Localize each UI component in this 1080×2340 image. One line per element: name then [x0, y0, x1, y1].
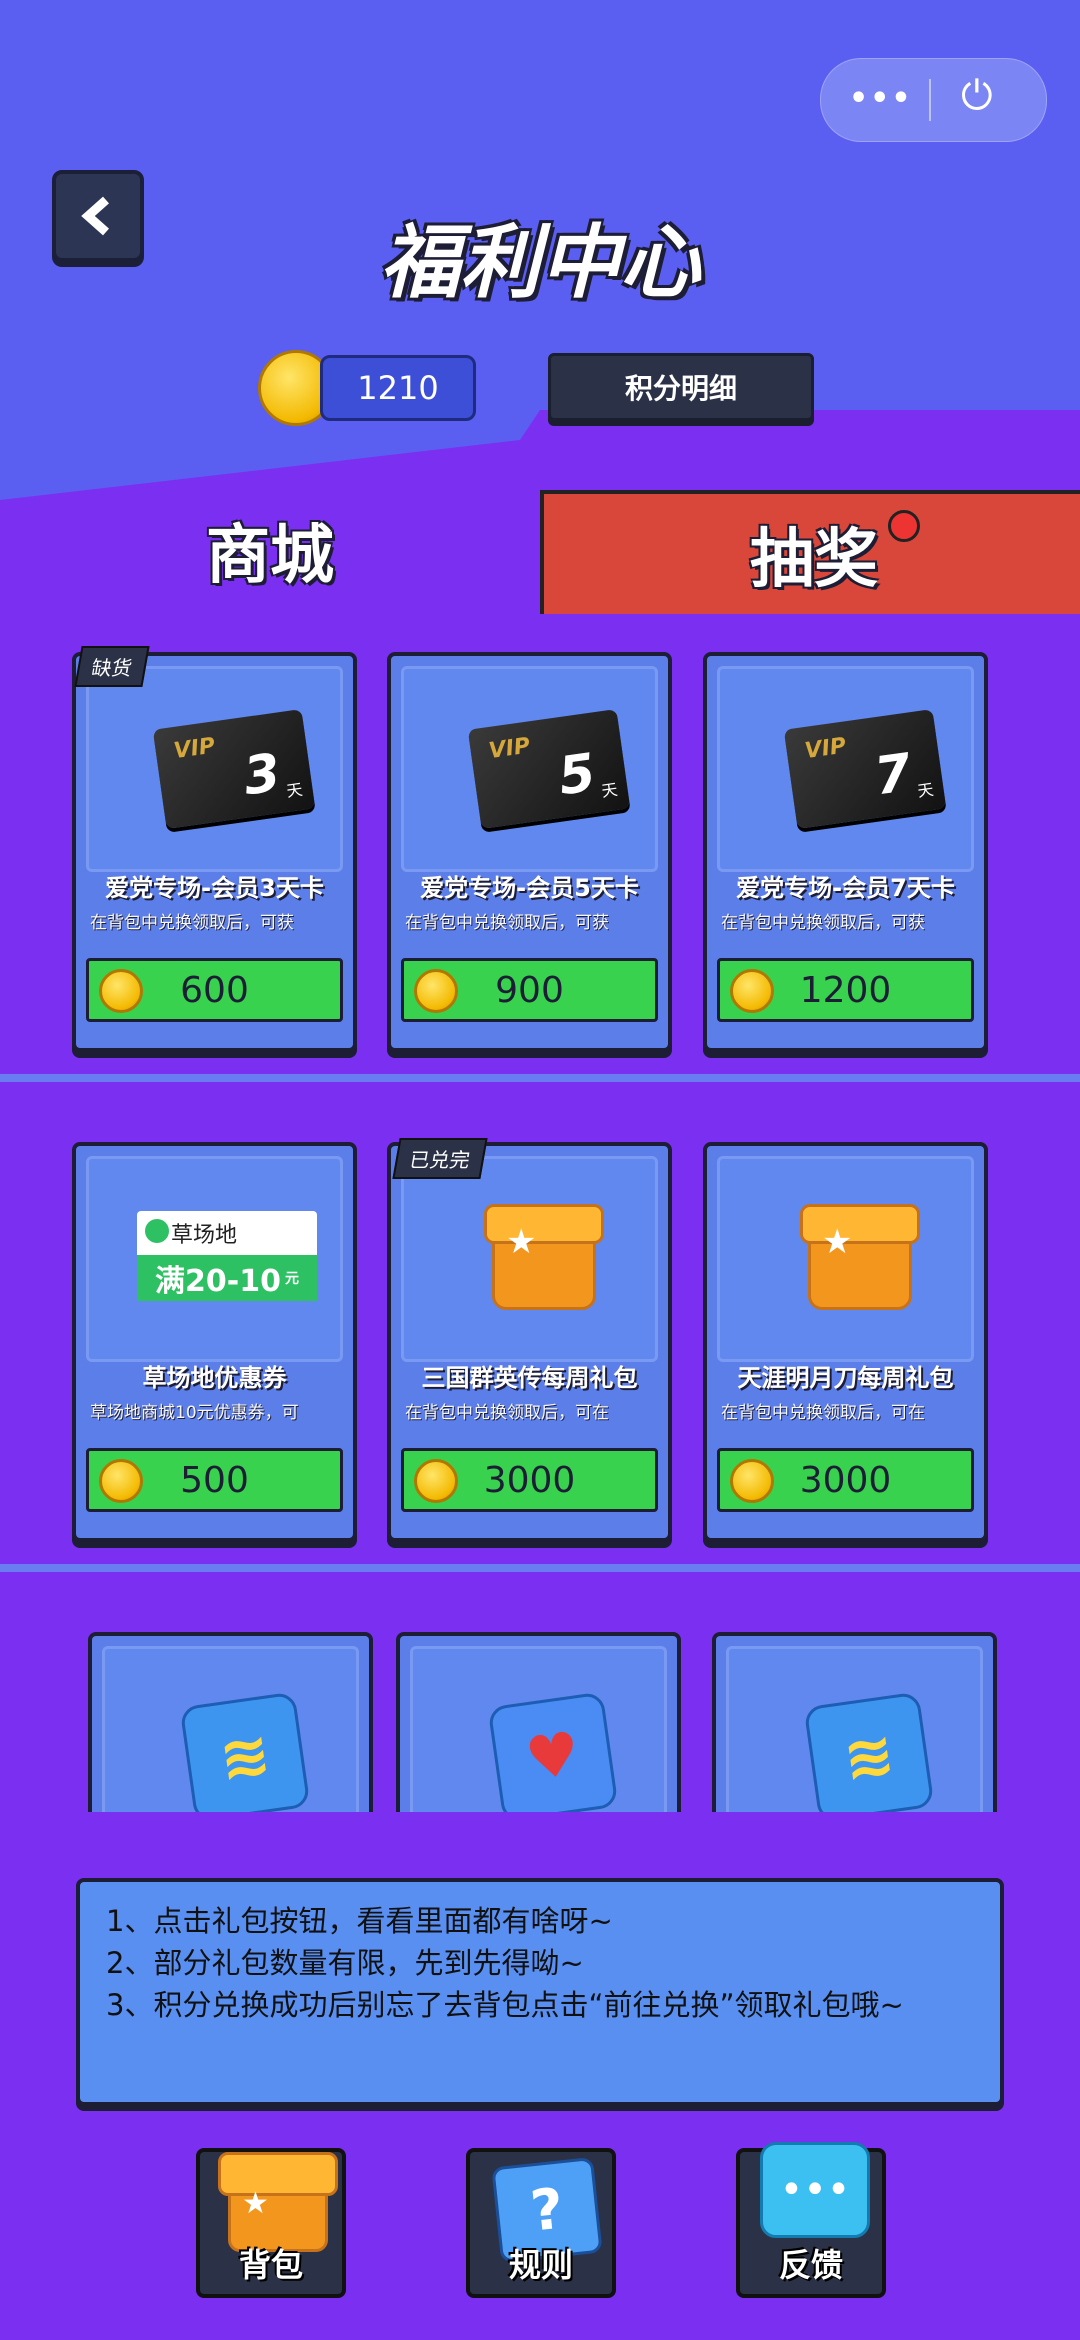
row-divider	[0, 1564, 1080, 1572]
power-icon[interactable]: ⏻	[961, 73, 993, 119]
heart-app-icon: ♥	[487, 1691, 619, 1812]
item-name: 草场地优惠券	[142, 1364, 287, 1392]
vip-day-unit: 天	[600, 779, 619, 801]
notice-line: 2、部分礼包数量有限，先到先得呦~	[106, 1946, 584, 1980]
vip-days: 7	[870, 742, 916, 808]
price-value: 1200	[799, 969, 892, 1011]
gift-box-icon: ★	[800, 1204, 920, 1314]
coin-icon	[730, 969, 774, 1013]
points-detail-button[interactable]: 积分明细	[548, 353, 814, 421]
item-name: 爱党专场-会员3天卡	[105, 874, 324, 902]
item-image-frame: ★	[717, 1156, 974, 1362]
vip-card-image: VIP 5 天	[467, 709, 631, 829]
price-button[interactable]: 1200	[717, 958, 974, 1022]
item-image-frame: ★	[401, 1156, 658, 1362]
mini-program-capsule: ••• ⏻	[820, 58, 1047, 142]
price-value: 600	[180, 969, 249, 1011]
item-image-frame: VIP 3 天	[86, 666, 343, 872]
row-divider	[0, 1074, 1080, 1082]
rules-label: 规则	[508, 2246, 573, 2284]
price-button[interactable]: 3000	[717, 1448, 974, 1512]
vip-days: 3	[239, 742, 285, 808]
coupon-image: 草场地 满20-10 元	[137, 1211, 317, 1301]
vip-days: 5	[554, 742, 600, 808]
item-description: 在背包中兑换领取后，可获	[90, 913, 294, 933]
gift-box-icon: ★	[484, 1204, 604, 1314]
page-title: 福利中心	[380, 216, 700, 309]
price-value: 3000	[483, 1459, 576, 1501]
shop-item-card[interactable]: VIP 7 天 爱党专场-会员7天卡 在背包中兑换领取后，可获 1200	[703, 652, 988, 1052]
price-value: 500	[180, 1459, 249, 1501]
shop-item-card[interactable]: VIP 5 天 爱党专场-会员5天卡 在背包中兑换领取后，可获 900	[387, 652, 672, 1052]
vip-day-unit: 天	[916, 779, 935, 801]
shop-item-card[interactable]: ≋	[712, 1632, 997, 1812]
feedback-label: 反馈	[778, 2246, 843, 2284]
item-description: 在背包中兑换领取后，可在	[721, 1403, 925, 1423]
item-name: 三国群英传每周礼包	[421, 1364, 638, 1392]
price-button[interactable]: 500	[86, 1448, 343, 1512]
tab-shop[interactable]: 商城	[0, 490, 540, 610]
backpack-button[interactable]: ★ 背包	[196, 2148, 346, 2298]
shop-item-card[interactable]: 草场地 满20-10 元 草场地优惠券 草场地商城10元优惠券，可 500	[72, 1142, 357, 1542]
tab-lottery[interactable]: 抽奖	[540, 490, 1080, 614]
more-menu-icon[interactable]: •••	[849, 81, 913, 116]
out-of-stock-tag: 缺货	[74, 646, 150, 687]
coin-icon	[414, 1459, 458, 1503]
game-app-icon: ≋	[179, 1691, 311, 1812]
notification-badge	[888, 510, 920, 542]
shop-item-card[interactable]: ♥	[396, 1632, 681, 1812]
coin-icon	[730, 1459, 774, 1503]
vip-card-image: VIP 3 天	[152, 709, 316, 829]
coin-icon	[99, 1459, 143, 1503]
item-image-frame: ♥	[410, 1646, 667, 1812]
price-button[interactable]: 600	[86, 958, 343, 1022]
feedback-chat-icon: •••	[760, 2142, 870, 2238]
notice-panel: 1、点击礼包按钮，看看里面都有啥呀~ 2、部分礼包数量有限，先到先得呦~ 3、积…	[76, 1878, 1004, 2106]
sold-out-tag: 已兑完	[392, 1138, 488, 1179]
points-balance: 1210	[320, 355, 476, 421]
rules-button[interactable]: ? 规则	[466, 2148, 616, 2298]
item-image-frame: ≋	[102, 1646, 359, 1812]
item-image-frame: VIP 7 天	[717, 666, 974, 872]
feedback-button[interactable]: ••• 反馈	[736, 2142, 886, 2298]
shop-item-card[interactable]: ★ 天涯明月刀每周礼包 在背包中兑换领取后，可在 3000	[703, 1142, 988, 1542]
shop-item-card[interactable]: ★ 三国群英传每周礼包 在背包中兑换领取后，可在 3000	[387, 1142, 672, 1542]
backpack-box-icon: ★	[218, 2146, 338, 2252]
item-name: 爱党专场-会员5天卡	[420, 874, 639, 902]
vip-label: VIP	[172, 733, 217, 765]
shop-item-card[interactable]: VIP 3 天 爱党专场-会员3天卡 在背包中兑换领取后，可获 600	[72, 652, 357, 1052]
vip-label: VIP	[487, 733, 532, 765]
capsule-divider	[929, 79, 931, 121]
price-value: 3000	[799, 1459, 892, 1501]
backpack-label: 背包	[238, 2246, 303, 2284]
item-image-frame: ≋	[726, 1646, 983, 1812]
price-button[interactable]: 900	[401, 958, 658, 1022]
notice-line: 1、点击礼包按钮，看看里面都有啥呀~	[106, 1904, 613, 1938]
game-app-icon: ≋	[803, 1691, 935, 1812]
shop-item-card[interactable]: ≋	[88, 1632, 373, 1812]
item-description: 在背包中兑换领取后，可获	[721, 913, 925, 933]
item-name: 爱党专场-会员7天卡	[736, 874, 955, 902]
coupon-brand: 草场地	[171, 1223, 238, 1248]
coin-icon	[414, 969, 458, 1013]
vip-card-image: VIP 7 天	[783, 709, 947, 829]
coupon-amount: 满20-10	[155, 1264, 281, 1299]
price-button[interactable]: 3000	[401, 1448, 658, 1512]
item-image-frame: 草场地 满20-10 元	[86, 1156, 343, 1362]
item-description: 在背包中兑换领取后，可获	[405, 913, 609, 933]
coin-icon	[99, 969, 143, 1013]
notice-line: 3、积分兑换成功后别忘了去背包点击“前往兑换”领取礼包哦~	[106, 1988, 904, 2022]
vip-day-unit: 天	[285, 779, 304, 801]
item-description: 草场地商城10元优惠券，可	[90, 1403, 299, 1423]
price-value: 900	[495, 969, 564, 1011]
coupon-unit: 元	[284, 1271, 299, 1287]
item-description: 在背包中兑换领取后，可在	[405, 1403, 609, 1423]
vip-label: VIP	[803, 733, 848, 765]
item-name: 天涯明月刀每周礼包	[737, 1364, 954, 1392]
item-image-frame: VIP 5 天	[401, 666, 658, 872]
